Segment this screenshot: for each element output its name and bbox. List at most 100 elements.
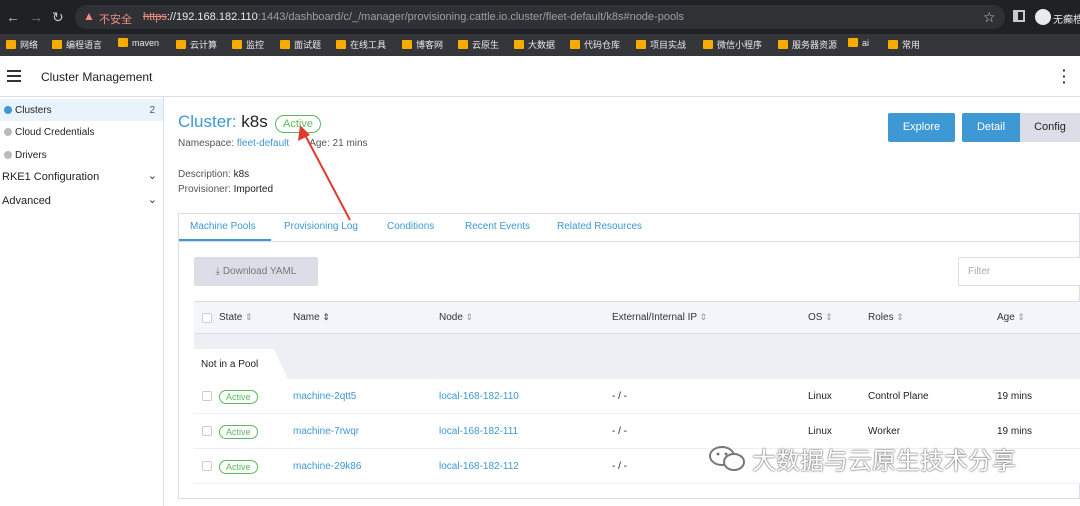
bookmark-label: 云原生: [472, 40, 500, 50]
machine-name-link[interactable]: machine-29k86: [293, 461, 361, 472]
config-button[interactable]: Config: [1020, 113, 1080, 142]
column-header-ip[interactable]: External/Internal IP ⇕: [612, 312, 707, 323]
folder-icon: [336, 40, 346, 49]
menu-icon[interactable]: [7, 70, 21, 82]
bookmark-folder[interactable]: 网络: [6, 38, 38, 51]
bookmark-folder[interactable]: 面试题: [280, 38, 321, 51]
tab-recent-events[interactable]: Recent Events: [465, 221, 530, 232]
row-checkbox[interactable]: [202, 391, 212, 401]
folder-icon: [636, 40, 646, 49]
sidebar-group-advanced[interactable]: Advanced ⌄: [0, 190, 163, 212]
bookmark-folder[interactable]: maven: [118, 38, 159, 48]
node-link[interactable]: local-168-182-110: [439, 391, 519, 402]
more-options-icon[interactable]: · · ·: [1062, 63, 1067, 89]
bookmark-folder[interactable]: 微信小程序: [703, 38, 762, 51]
bookmark-label: 在线工具: [350, 40, 387, 50]
provisioner-value: Imported: [233, 184, 274, 195]
select-all-checkbox[interactable]: [202, 313, 212, 323]
tab-conditions[interactable]: Conditions: [387, 221, 434, 232]
folder-icon: [232, 40, 242, 49]
bookmark-label: maven: [132, 38, 160, 48]
sidebar-item-label: Cloud Credentials: [15, 127, 95, 138]
bookmark-folder[interactable]: 云原生: [458, 38, 499, 51]
bookmark-folder[interactable]: 监控: [232, 38, 264, 51]
folder-icon: [888, 40, 898, 49]
profile-label[interactable]: 无癫梏: [1053, 11, 1080, 26]
app-title: Cluster Management: [41, 70, 153, 84]
age-cell: 19 mins: [997, 426, 1033, 437]
detail-button[interactable]: Detail: [962, 113, 1020, 142]
bookmark-label: 编程语言: [66, 40, 103, 50]
provisioner-line: Provisioner: Imported: [178, 184, 273, 195]
bookmark-folder[interactable]: 服务器资源: [778, 38, 837, 51]
namespace-link[interactable]: fleet-default: [237, 138, 289, 149]
side-panel-icon[interactable]: [1013, 10, 1025, 22]
insecure-label: 不安全: [99, 14, 132, 26]
forward-icon[interactable]: →: [29, 9, 43, 25]
status-badge: Active: [219, 425, 258, 439]
machine-name-link[interactable]: machine-2qtt5: [293, 391, 356, 402]
table-header: State ⇕ Name ⇕ Node ⇕ External/Internal …: [194, 301, 1080, 334]
sidebar-item-drivers[interactable]: Drivers: [0, 144, 163, 166]
globe-icon: [4, 151, 12, 159]
tab-machine-pools[interactable]: Machine Pools: [190, 221, 256, 232]
sidebar-group-rke1-configuration[interactable]: RKE1 Configuration ⌄: [0, 166, 163, 188]
app-header: Cluster Management · · ·: [0, 56, 1080, 97]
sidebar: Clusters 2 Cloud Credentials Drivers RKE…: [0, 97, 164, 506]
bookmark-label: 网络: [20, 40, 39, 50]
profile-avatar-icon[interactable]: [1035, 9, 1051, 25]
sidebar-item-count: 2: [149, 105, 155, 116]
column-header-state[interactable]: State ⇕: [219, 312, 252, 323]
folder-icon: [280, 40, 290, 49]
column-header-os[interactable]: OS ⇕: [808, 312, 833, 323]
download-yaml-button[interactable]: ⤓ Download YAML: [194, 257, 318, 286]
roles-cell: Worker: [868, 426, 901, 437]
column-header-roles[interactable]: Roles ⇕: [868, 312, 904, 323]
bookmark-folder[interactable]: 常用: [888, 38, 920, 51]
back-icon[interactable]: ←: [6, 9, 20, 25]
folder-icon: [778, 40, 788, 49]
column-header-node[interactable]: Node ⇕: [439, 312, 473, 323]
bookmark-label: 常用: [902, 40, 921, 50]
node-link[interactable]: local-168-182-111: [439, 426, 518, 437]
bookmark-label: 代码仓库: [584, 40, 621, 50]
provisioner-label: Provisioner:: [178, 184, 234, 195]
wechat-icon: [709, 446, 745, 471]
os-cell: Linux: [808, 391, 832, 402]
folder-icon: [570, 40, 580, 49]
url-host: ://192.168.182.110: [166, 11, 258, 23]
folder-icon: [118, 38, 128, 47]
address-bar[interactable]: ▲ 不安全 https://192.168.182.110:1443/dashb…: [75, 5, 1005, 29]
bookmark-folder[interactable]: ai: [848, 38, 869, 48]
column-header-age[interactable]: Age ⇕: [997, 312, 1025, 323]
node-link[interactable]: local-168-182-112: [439, 461, 519, 472]
sidebar-item-clusters[interactable]: Clusters 2: [0, 99, 163, 121]
download-yaml-label: Download YAML: [222, 266, 297, 277]
sort-icon: ⇕: [319, 312, 330, 322]
bookmark-folder[interactable]: 博客网: [402, 38, 443, 51]
status-badge: Active: [219, 460, 258, 474]
bookmark-folder[interactable]: 云计算: [176, 38, 217, 51]
bookmarks-bar: 网络 编程语言 maven 云计算 监控 面试题 在线工具 博客网 云原生 大数据 代码仓库 项目实战…: [0, 34, 1080, 56]
bookmark-folder[interactable]: 项目实战: [636, 38, 686, 51]
reload-icon[interactable]: ↻: [52, 9, 64, 25]
bookmark-folder[interactable]: 大数据: [514, 38, 555, 51]
column-header-name[interactable]: Name ⇕: [293, 312, 330, 323]
bookmark-star-icon[interactable]: ☆: [983, 9, 996, 26]
folder-icon: [6, 40, 16, 49]
bookmark-folder[interactable]: 代码仓库: [570, 38, 620, 51]
bookmark-folder[interactable]: 编程语言: [52, 38, 102, 51]
filter-input[interactable]: [958, 257, 1080, 286]
row-checkbox[interactable]: [202, 461, 212, 471]
folder-icon: [703, 40, 713, 49]
tab-related-resources[interactable]: Related Resources: [557, 221, 642, 232]
explore-button[interactable]: Explore: [888, 113, 955, 142]
browser-toolbar: ← → ↻ ▲ 不安全 https://192.168.182.110:1443…: [0, 0, 1080, 34]
url-text: https://192.168.182.110:1443/dashboard/c…: [143, 11, 684, 23]
bookmark-folder[interactable]: 在线工具: [336, 38, 386, 51]
machine-name-link[interactable]: machine-7rwqr: [293, 426, 359, 437]
sort-icon: ⇕: [1014, 312, 1025, 322]
ip-cell: - / -: [612, 426, 627, 437]
sidebar-item-cloud-credentials[interactable]: Cloud Credentials: [0, 121, 163, 143]
row-checkbox[interactable]: [202, 426, 212, 436]
